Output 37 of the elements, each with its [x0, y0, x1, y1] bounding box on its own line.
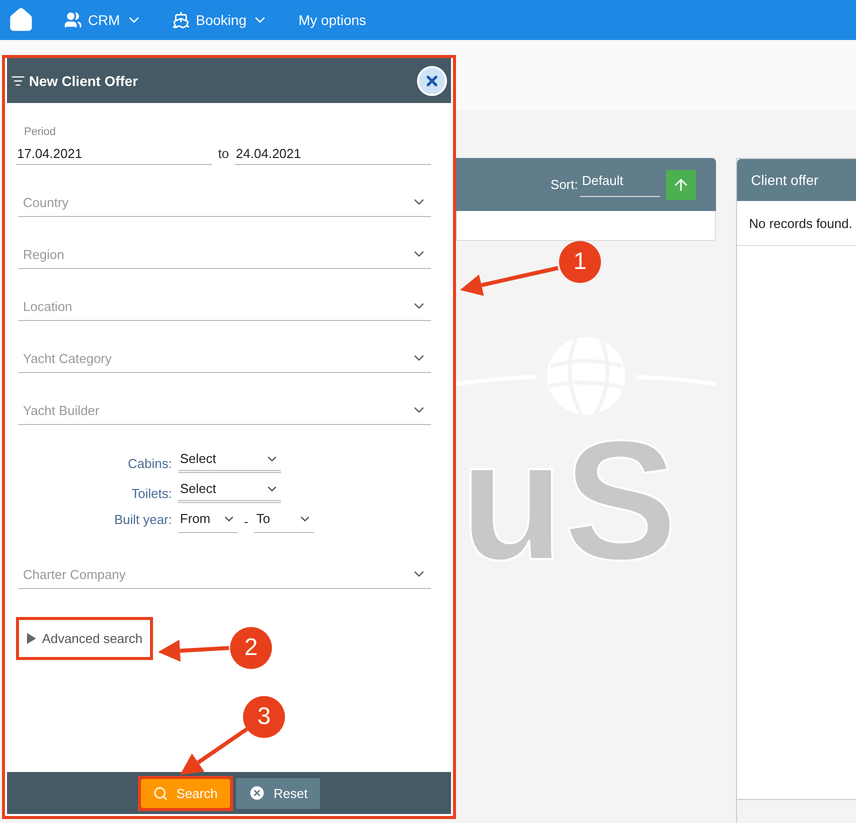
card-title: Client offer	[737, 159, 856, 201]
sort-label: Sort:	[550, 177, 578, 192]
dropdown-field[interactable]: Region	[18, 217, 431, 269]
callout-arrow	[158, 640, 230, 662]
date-separator: to	[217, 146, 230, 163]
dropdown-field[interactable]: Location	[18, 269, 431, 321]
sort-direction-button[interactable]	[666, 170, 696, 200]
dropdown-field[interactable]: Charter Company	[18, 533, 431, 589]
sort-dropdown[interactable]: Default	[580, 172, 660, 196]
field-label: Built year:	[113, 512, 173, 529]
dropdown-field[interactable]: From	[178, 509, 238, 533]
dropdown-field[interactable]: Select	[178, 479, 281, 503]
dropdown-field[interactable]: Yacht Builder	[18, 373, 431, 425]
period-label: Period	[23, 126, 57, 138]
dialog-title: New Client Offer	[29, 72, 139, 88]
reset-button[interactable]: Reset	[236, 778, 320, 808]
close-icon	[424, 72, 440, 88]
close-circle-icon	[248, 784, 266, 802]
filter-icon	[11, 74, 25, 88]
search-icon	[153, 786, 168, 800]
field-label: Toilets:	[130, 486, 173, 503]
empty-message: No records found.	[737, 201, 856, 246]
people-icon	[64, 11, 82, 29]
nav-menu-item[interactable]: My options	[298, 12, 366, 28]
field-label: Cabins:	[126, 456, 173, 473]
dropdown-field[interactable]: Country	[18, 165, 431, 217]
search-button[interactable]: Search	[141, 778, 230, 808]
nav-menu-item[interactable]: Booking	[172, 11, 268, 29]
dropdown-field[interactable]: Select	[178, 449, 281, 473]
dropdown-field[interactable]: To	[254, 509, 314, 533]
dropdown-field[interactable]: Yacht Category	[18, 321, 431, 373]
range-separator: -	[243, 514, 250, 531]
home-icon[interactable]	[8, 7, 34, 33]
triangle-icon	[27, 633, 36, 644]
close-button[interactable]	[417, 66, 447, 96]
nav-menu-item[interactable]: CRM	[64, 11, 142, 29]
ship-icon	[172, 11, 190, 29]
